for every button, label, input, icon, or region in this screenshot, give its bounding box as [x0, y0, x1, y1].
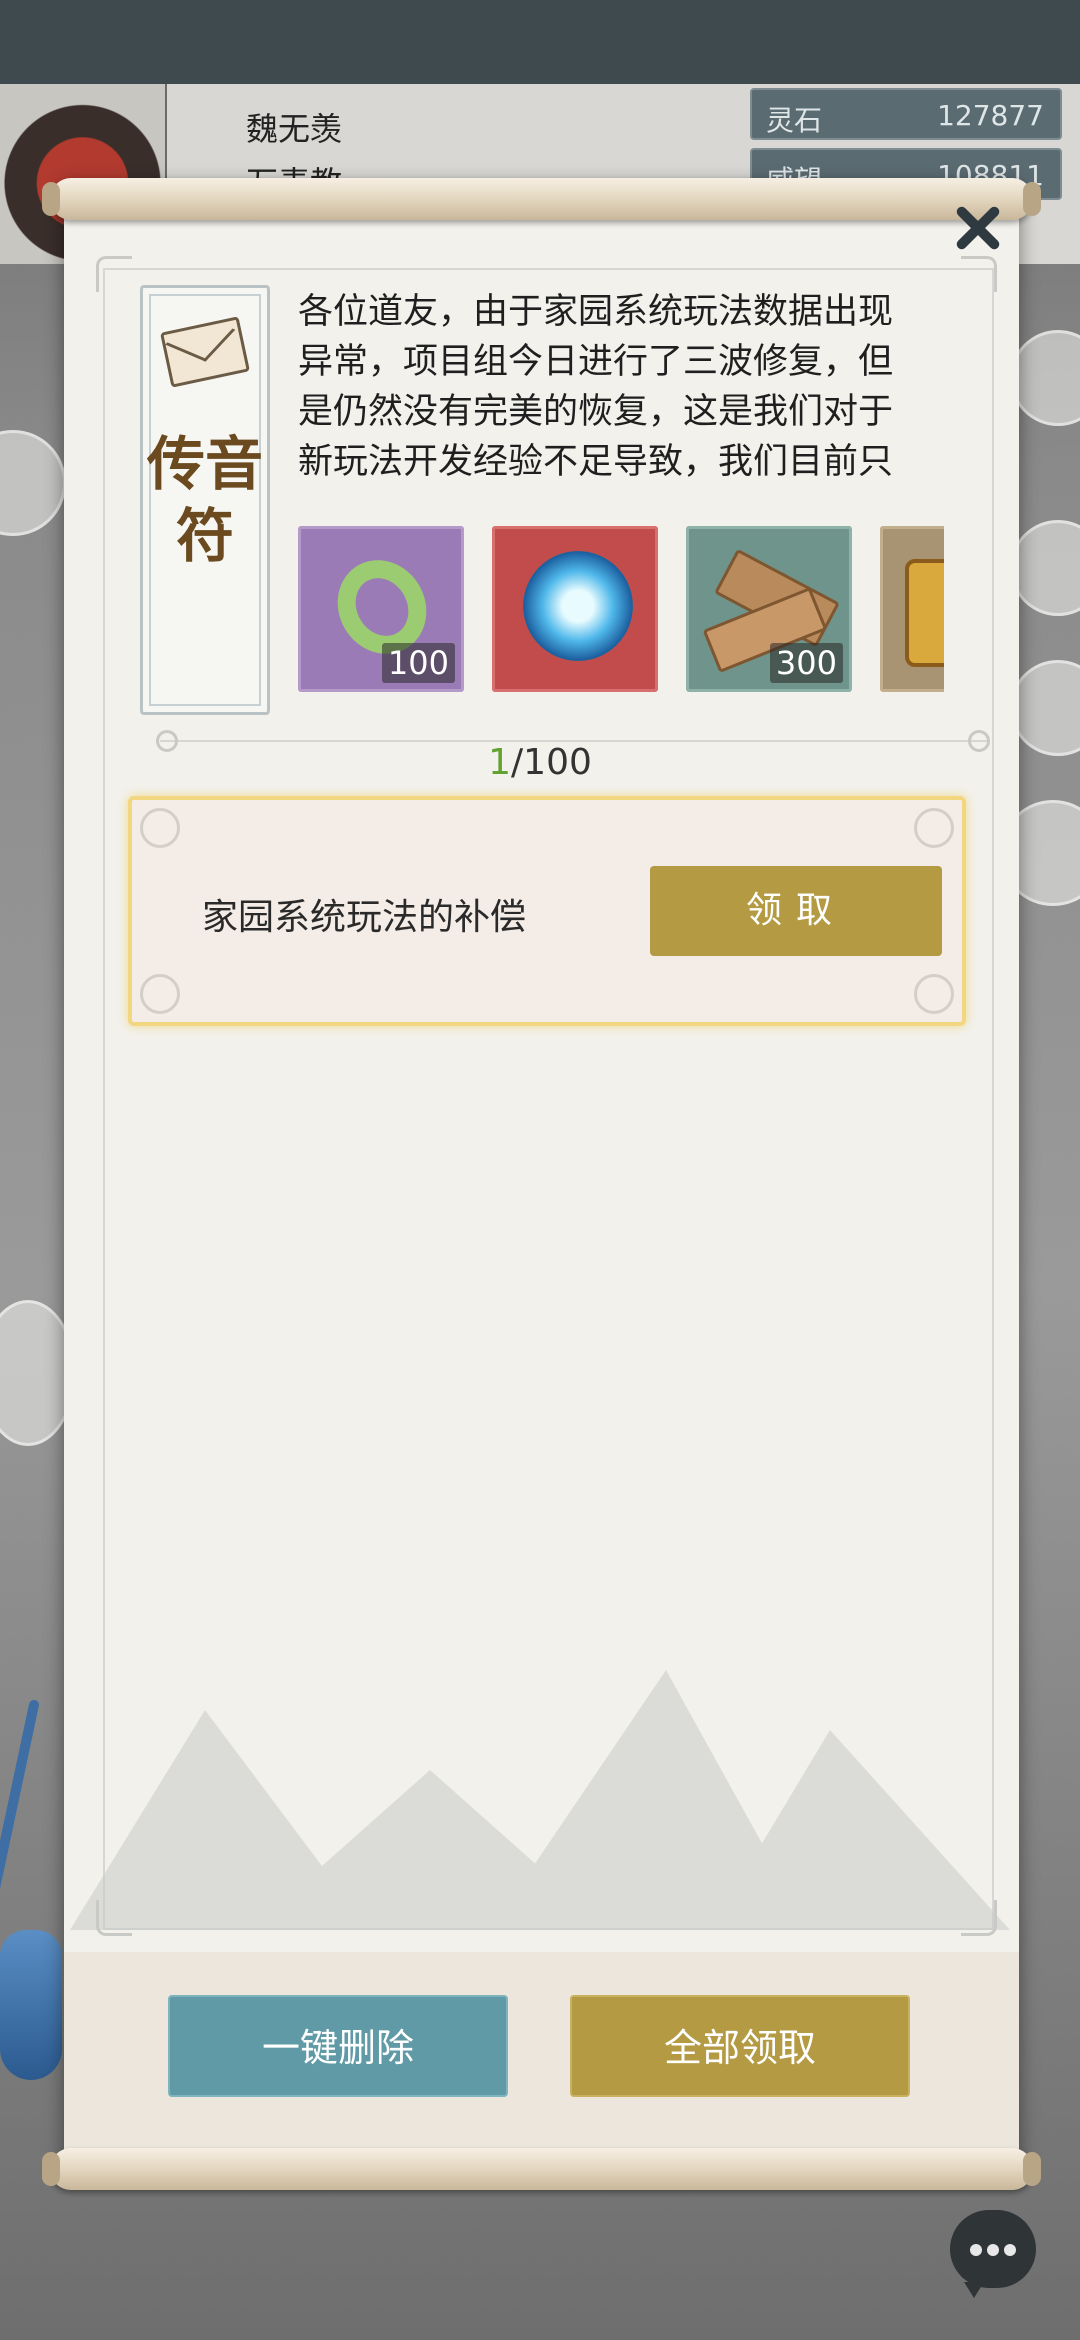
chat-icon: [970, 2244, 982, 2256]
chat-button[interactable]: [950, 2210, 1036, 2298]
claim-button[interactable]: 领取: [650, 866, 942, 956]
side-menu-icon: [1010, 520, 1080, 616]
resource-value: 127877: [937, 99, 1044, 132]
resource-name: 灵石: [766, 104, 823, 137]
mail-list-item[interactable]: 家园系统玩法的补偿 领取: [128, 796, 966, 1026]
close-button[interactable]: [946, 196, 1010, 260]
frame-corner: [961, 256, 997, 292]
top-status-bar: [0, 0, 1080, 84]
talisman-title: 传音符: [146, 430, 263, 570]
player-name: 魏无羡: [246, 110, 343, 148]
tassel-decoration: [0, 1698, 70, 2090]
treasure-chest-icon: [905, 559, 944, 667]
scroll-rod-top: [42, 178, 1041, 220]
attachment-item[interactable]: [492, 526, 658, 692]
frame-corner: [96, 256, 132, 292]
side-menu-icon: [0, 430, 66, 536]
attachment-item[interactable]: 100: [298, 526, 464, 692]
mountain-decoration: [70, 1560, 1010, 1930]
attachment-item[interactable]: [880, 526, 944, 692]
side-menu-icon: [1010, 330, 1080, 426]
chat-icon-dot: [987, 2244, 999, 2256]
attachment-item[interactable]: 300: [686, 526, 852, 692]
claim-all-button[interactable]: 全部领取: [570, 1995, 910, 2097]
resource-spirit-stone: 灵石 127877: [750, 88, 1062, 140]
delete-all-button[interactable]: 一键删除: [168, 1995, 508, 2097]
corner-ornament: [140, 974, 180, 1014]
chat-icon-dot: [1004, 2244, 1016, 2256]
page-counter: 1/100: [0, 742, 1080, 783]
page-current: 1: [488, 742, 512, 783]
scroll-rod-bottom: [42, 2148, 1041, 2190]
corner-ornament: [914, 808, 954, 848]
item-quantity: 300: [769, 643, 843, 683]
spirit-orb-icon: [523, 551, 633, 661]
talisman-badge: 传音符: [140, 285, 270, 715]
envelope-icon: [160, 316, 250, 388]
corner-ornament: [140, 808, 180, 848]
mail-message-body[interactable]: 各位道友，由于家园系统玩法数据出现异常，项目组今日进行了三波修复，但是仍然没有完…: [298, 287, 908, 487]
item-quantity: 100: [381, 643, 455, 683]
mail-item-title: 家园系统玩法的补偿: [202, 897, 527, 938]
corner-ornament: [914, 974, 954, 1014]
page-total: /100: [511, 742, 592, 783]
attachment-list[interactable]: 100 300: [296, 526, 944, 694]
